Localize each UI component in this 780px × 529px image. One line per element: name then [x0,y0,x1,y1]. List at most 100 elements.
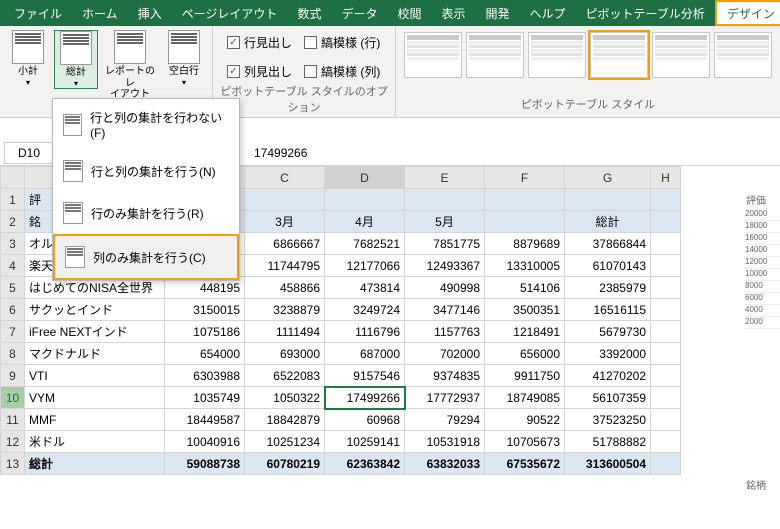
row-header[interactable]: 8 [1,343,25,365]
cell[interactable] [651,387,681,409]
tab-pivot-analyze[interactable]: ピボットテーブル分析 [576,0,715,26]
total-label[interactable]: 総計 [25,453,165,475]
cell[interactable]: 4月 [325,211,405,233]
row-header[interactable]: 10 [1,387,25,409]
cell[interactable]: 6866667 [245,233,325,255]
cell[interactable]: 5月 [405,211,485,233]
cell[interactable]: 9157546 [325,365,405,387]
style-thumb[interactable] [652,32,710,78]
cell[interactable]: 1116796 [325,321,405,343]
cell[interactable]: 5679730 [565,321,651,343]
tab-insert[interactable]: 挿入 [128,0,172,26]
cell[interactable]: 687000 [325,343,405,365]
cell[interactable]: 総計 [565,211,651,233]
cell[interactable] [651,255,681,277]
cell[interactable]: 1157763 [405,321,485,343]
tab-data[interactable]: データ [331,0,387,26]
cell[interactable]: 10259141 [325,431,405,453]
column-headers-checkbox[interactable]: 列見出し [227,63,292,80]
cell[interactable]: 654000 [165,343,245,365]
subtotals-button[interactable]: 小計 ▾ [6,30,50,87]
row-header[interactable]: 5 [1,277,25,299]
cell[interactable]: 米ドル [25,431,165,453]
cell[interactable] [651,277,681,299]
cell[interactable] [245,189,325,211]
gt-on-rows-cols[interactable]: 行と列の集計を行う(N) [53,150,239,192]
col-header[interactable]: H [651,167,681,189]
cell[interactable]: 7851775 [405,233,485,255]
cell[interactable]: 13310005 [485,255,565,277]
cell[interactable]: 3150015 [165,299,245,321]
row-header[interactable]: 13 [1,453,25,475]
blank-rows-button[interactable]: 空白行 ▾ [162,30,206,87]
cell[interactable]: VTI [25,365,165,387]
style-thumb[interactable] [466,32,524,78]
cell[interactable]: 79294 [405,409,485,431]
style-thumb[interactable] [714,32,772,78]
col-header[interactable]: D [325,167,405,189]
cell[interactable]: iFree NEXTインド [25,321,165,343]
cell[interactable]: 18449587 [165,409,245,431]
cell[interactable]: 514106 [485,277,565,299]
banded-rows-checkbox[interactable]: 縞模様 (行) [304,34,380,51]
cell[interactable] [651,409,681,431]
row-header[interactable]: 4 [1,255,25,277]
cell[interactable]: 1218491 [485,321,565,343]
cell[interactable]: 11744795 [245,255,325,277]
row-header[interactable]: 2 [1,211,25,233]
row-header[interactable]: 6 [1,299,25,321]
cell[interactable] [651,299,681,321]
tab-file[interactable]: ファイル [4,0,72,26]
cell[interactable]: 693000 [245,343,325,365]
cell[interactable]: 12493367 [405,255,485,277]
cell[interactable]: 10040916 [165,431,245,453]
cell[interactable]: 60780219 [245,453,325,475]
cell[interactable]: 1035749 [165,387,245,409]
cell[interactable]: 67535672 [485,453,565,475]
cell[interactable]: 9911750 [485,365,565,387]
cell[interactable]: 3500351 [485,299,565,321]
cell[interactable] [651,233,681,255]
cell[interactable]: 3238879 [245,299,325,321]
cell[interactable]: 17772937 [405,387,485,409]
gt-off-rows-cols[interactable]: 行と列の集計を行わない(F) [53,99,239,150]
cell[interactable]: 41270202 [565,365,651,387]
cell[interactable]: 656000 [485,343,565,365]
cell[interactable]: VYM [25,387,165,409]
tab-page-layout[interactable]: ページレイアウト [172,0,288,26]
col-header[interactable]: E [405,167,485,189]
cell[interactable] [485,211,565,233]
row-header[interactable]: 3 [1,233,25,255]
cell[interactable] [651,343,681,365]
row-header[interactable]: 1 [1,189,25,211]
cell[interactable] [651,431,681,453]
cell[interactable] [405,189,485,211]
cell[interactable] [565,189,651,211]
col-header[interactable]: G [565,167,651,189]
cell[interactable]: 18749085 [485,387,565,409]
tab-review[interactable]: 校閲 [387,0,431,26]
select-all[interactable] [1,167,25,189]
cell[interactable]: サクッとインド [25,299,165,321]
cell[interactable]: 16516115 [565,299,651,321]
cell[interactable]: 3249724 [325,299,405,321]
tab-formulas[interactable]: 数式 [287,0,331,26]
cell[interactable]: 62363842 [325,453,405,475]
tab-view[interactable]: 表示 [431,0,475,26]
cell[interactable]: 3392000 [565,343,651,365]
name-box[interactable]: D10 [4,142,54,164]
cell[interactable]: 12177066 [325,255,405,277]
grand-totals-button[interactable]: 総計 ▾ [54,30,98,89]
cell[interactable]: 10251234 [245,431,325,453]
cell[interactable]: 6303988 [165,365,245,387]
cell[interactable]: 2385979 [565,277,651,299]
cell[interactable]: 3月 [245,211,325,233]
cell[interactable]: 56107359 [565,387,651,409]
cell[interactable]: 17499266 [325,387,405,409]
col-header[interactable]: F [485,167,565,189]
banded-columns-checkbox[interactable]: 縞模様 (列) [304,63,380,80]
cell[interactable]: 3477146 [405,299,485,321]
cell[interactable]: 458866 [245,277,325,299]
cell[interactable]: マクドナルド [25,343,165,365]
cell[interactable] [651,365,681,387]
